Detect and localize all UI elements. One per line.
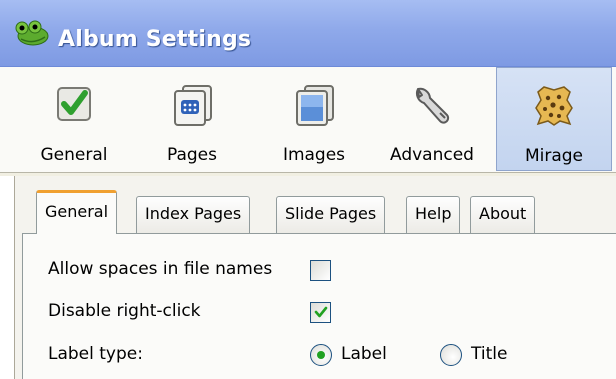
wrench-icon (415, 87, 450, 124)
radio-selected-dot (317, 351, 325, 359)
frog-app-icon (15, 20, 49, 46)
label-type-radio-title[interactable] (440, 344, 462, 366)
toolbar: General Pages Images Advanced Mirage (0, 66, 616, 172)
disable-right-click-checkbox[interactable] (310, 302, 331, 323)
label-type-radio-label[interactable] (310, 344, 332, 366)
toolbar-general-label: General (40, 145, 108, 165)
toolbar-images-label: Images (282, 145, 346, 165)
tab-general[interactable]: General (36, 190, 118, 234)
disable-right-click-label: Disable right-click (48, 301, 201, 321)
window-title: Album Settings (58, 27, 252, 52)
checkmark-icon (57, 87, 91, 121)
allow-spaces-checkbox[interactable] (310, 260, 331, 281)
tab-slide-pages[interactable]: Slide Pages (276, 196, 386, 233)
label-type-option-label: Label (341, 344, 387, 364)
label-type-option-title: Title (471, 344, 508, 364)
toolbar-images-button[interactable]: Images (270, 67, 358, 171)
images-icon (296, 85, 334, 126)
mirage-leopard-icon (535, 86, 573, 126)
allow-spaces-label: Allow spaces in file names (48, 259, 273, 279)
title-bar: Album Settings (0, 0, 616, 66)
toolbar-pages-button[interactable]: Pages (148, 67, 236, 171)
toolbar-mirage-label: Mirage (524, 146, 584, 166)
pages-grid-icon (174, 85, 212, 126)
toolbar-mirage-button[interactable]: Mirage (496, 67, 612, 171)
toolbar-advanced-button[interactable]: Advanced (380, 67, 484, 171)
toolbar-pages-label: Pages (166, 145, 217, 165)
tab-index-pages[interactable]: Index Pages (136, 196, 251, 233)
toolbar-advanced-label: Advanced (390, 145, 474, 165)
label-type-label: Label type: (48, 344, 143, 364)
tab-about[interactable]: About (470, 196, 536, 233)
toolbar-general-button[interactable]: General (30, 67, 118, 171)
checkmark-icon (314, 306, 328, 318)
tab-help[interactable]: Help (406, 196, 461, 233)
